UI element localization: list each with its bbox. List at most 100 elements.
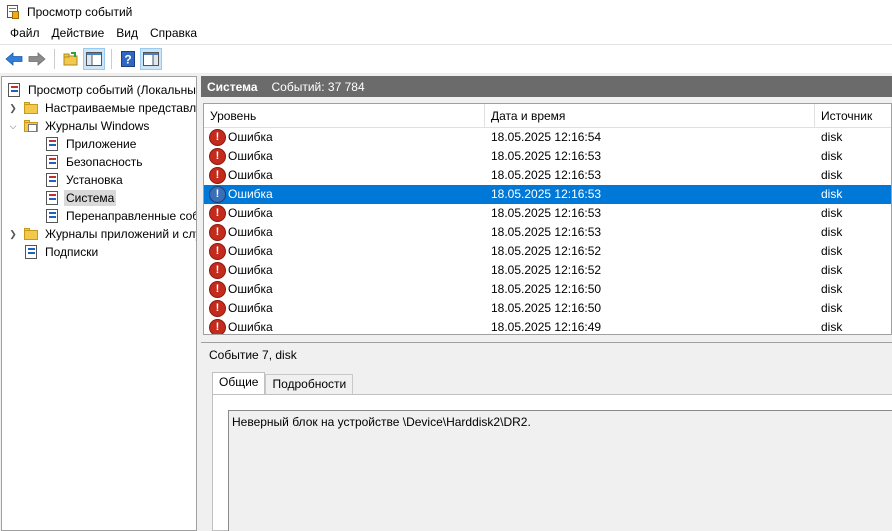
- folder-icon: [23, 100, 39, 116]
- back-button[interactable]: [3, 48, 25, 70]
- event-level: Ошибка: [228, 244, 273, 258]
- event-datetime: 18.05.2025 12:16:50: [491, 282, 602, 296]
- table-row[interactable]: ! Ошибка 18.05.2025 12:16:50 disk: [204, 280, 891, 299]
- back-arrow-icon: [5, 52, 23, 66]
- menu-bar: Файл Действие Вид Справка: [0, 23, 892, 44]
- tree-item-application[interactable]: Приложение: [44, 135, 138, 153]
- show-hide-action-pane-icon: [143, 52, 159, 66]
- show-hide-action-pane-button[interactable]: [140, 48, 162, 70]
- window-title: Просмотр событий: [27, 4, 133, 19]
- tree-item-custom-views[interactable]: ❯ Настраиваемые представления: [7, 99, 196, 117]
- log-icon: [44, 190, 60, 206]
- event-source: disk: [821, 282, 843, 296]
- main-area: Просмотр событий (Локальный) ❯ Настраива…: [0, 74, 892, 531]
- event-viewer-app-icon: [5, 4, 21, 20]
- column-header-source[interactable]: Источник: [815, 104, 891, 128]
- tree-item-app-services-logs[interactable]: ❯ Журналы приложений и служб: [7, 225, 196, 243]
- table-row[interactable]: ! Ошибка 18.05.2025 12:16:50 disk: [204, 299, 891, 318]
- log-icon: [44, 136, 60, 152]
- event-source: disk: [821, 187, 843, 201]
- event-viewer-icon: [6, 82, 22, 98]
- tree-item-security[interactable]: Безопасность: [44, 153, 145, 171]
- log-icon: [44, 208, 60, 224]
- tree-item-label: Безопасность: [66, 155, 143, 169]
- chevron-right-icon[interactable]: ❯: [7, 228, 19, 240]
- menu-help[interactable]: Справка: [144, 24, 203, 43]
- tree-item-label: Просмотр событий (Локальный): [28, 83, 197, 97]
- details-tabs: Общие Подробности: [212, 372, 354, 394]
- error-icon: !: [209, 224, 226, 241]
- event-level: Ошибка: [228, 206, 273, 220]
- error-icon: !: [209, 319, 226, 334]
- chevron-down-icon[interactable]: ⌵: [7, 120, 19, 132]
- event-description[interactable]: Неверный блок на устройстве \Device\Hard…: [228, 410, 892, 531]
- table-row[interactable]: ! Ошибка 18.05.2025 12:16:52 disk: [204, 242, 891, 261]
- tree-item-system[interactable]: Система: [44, 189, 117, 207]
- event-source: disk: [821, 263, 843, 277]
- subscriptions-icon: [23, 244, 39, 260]
- event-details-title: Событие 7, disk: [209, 347, 297, 362]
- table-row[interactable]: ! Ошибка 18.05.2025 12:16:52 disk: [204, 261, 891, 280]
- event-datetime: 18.05.2025 12:16:53: [491, 206, 602, 220]
- event-list: Уровень Дата и время Источник ! Ошибка 18.…: [203, 103, 892, 335]
- tree-item-subscriptions[interactable]: Подписки: [23, 243, 100, 261]
- error-icon: !: [209, 262, 226, 279]
- forward-button[interactable]: [26, 48, 48, 70]
- event-level: Ошибка: [228, 168, 273, 182]
- table-row[interactable]: ! Ошибка 18.05.2025 12:16:53 disk: [204, 147, 891, 166]
- tree-item-setup[interactable]: Установка: [44, 171, 125, 189]
- event-source: disk: [821, 301, 843, 315]
- event-datetime: 18.05.2025 12:16:53: [491, 168, 602, 182]
- event-datetime: 18.05.2025 12:16:53: [491, 149, 602, 163]
- table-row[interactable]: ! Ошибка 18.05.2025 12:16:54 disk: [204, 128, 891, 147]
- tree-item-label: Установка: [66, 173, 123, 187]
- toolbar-separator: [54, 49, 55, 69]
- help-button[interactable]: ?: [117, 48, 139, 70]
- menu-file[interactable]: Файл: [4, 24, 46, 43]
- svg-text:?: ?: [124, 53, 131, 67]
- event-source: disk: [821, 244, 843, 258]
- column-header-datetime[interactable]: Дата и время: [485, 104, 815, 128]
- show-hide-tree-icon: [86, 52, 102, 66]
- tree-item-label: Приложение: [66, 137, 137, 151]
- error-icon: !: [209, 243, 226, 260]
- open-saved-log-button[interactable]: [60, 48, 82, 70]
- toolbar: ?: [0, 44, 892, 73]
- event-datetime: 18.05.2025 12:16:53: [491, 225, 602, 239]
- error-icon: !: [209, 300, 226, 317]
- tab-general[interactable]: Общие: [212, 372, 266, 394]
- event-source: disk: [821, 168, 843, 182]
- tree-item-windows-logs[interactable]: ⌵ Журналы Windows: [7, 117, 151, 135]
- table-row[interactable]: ! Ошибка 18.05.2025 12:16:53 disk: [204, 223, 891, 242]
- menu-action[interactable]: Действие: [46, 24, 111, 43]
- event-source: disk: [821, 225, 843, 239]
- menu-view[interactable]: Вид: [110, 24, 144, 43]
- tree-item-forwarded-events[interactable]: Перенаправленные события: [44, 207, 196, 225]
- table-row[interactable]: ! Ошибка 18.05.2025 12:16:49 disk: [204, 318, 891, 334]
- column-header-level[interactable]: Уровень: [204, 104, 485, 128]
- help-icon: ?: [121, 51, 135, 67]
- event-level: Ошибка: [228, 187, 273, 201]
- event-datetime: 18.05.2025 12:16:54: [491, 130, 602, 144]
- toolbar-separator: [111, 49, 112, 69]
- event-datetime: 18.05.2025 12:16:50: [491, 301, 602, 315]
- show-hide-tree-button[interactable]: [83, 48, 105, 70]
- error-icon: !: [209, 205, 226, 222]
- folder-icon: [23, 226, 39, 242]
- table-row[interactable]: ! Ошибка 18.05.2025 12:16:53 disk: [204, 166, 891, 185]
- table-row[interactable]: ! Ошибка 18.05.2025 12:16:53 disk: [204, 185, 891, 204]
- error-icon: !: [209, 167, 226, 184]
- forward-arrow-icon: [28, 52, 46, 66]
- tree-item-label: Подписки: [45, 245, 99, 259]
- event-source: disk: [821, 149, 843, 163]
- chevron-right-icon[interactable]: ❯: [7, 102, 19, 114]
- title-bar: Просмотр событий: [0, 0, 892, 23]
- tree-item-root[interactable]: Просмотр событий (Локальный): [6, 81, 197, 99]
- log-name: Система: [207, 79, 258, 94]
- tab-details[interactable]: Подробности: [265, 374, 354, 394]
- table-row[interactable]: ! Ошибка 18.05.2025 12:16:53 disk: [204, 204, 891, 223]
- folder-icon: [23, 118, 39, 134]
- event-level: Ошибка: [228, 225, 273, 239]
- event-datetime: 18.05.2025 12:16:53: [491, 187, 602, 201]
- event-source: disk: [821, 320, 843, 334]
